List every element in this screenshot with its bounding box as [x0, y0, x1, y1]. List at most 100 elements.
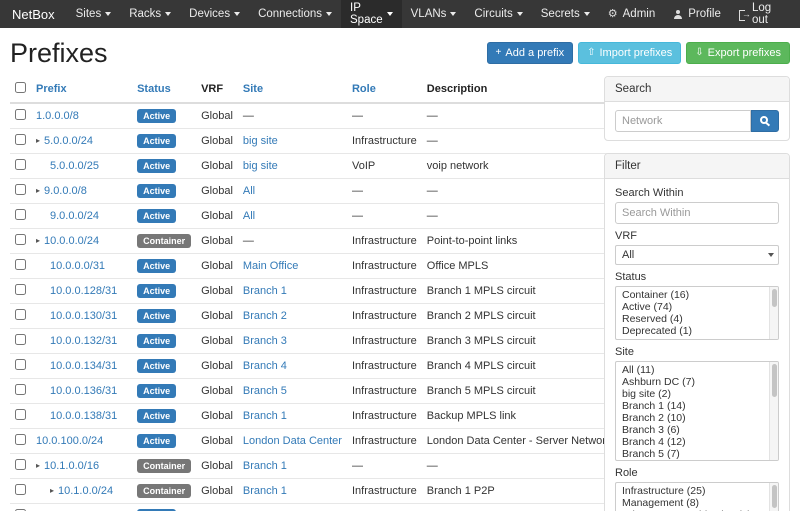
site-link[interactable]: London Data Center	[243, 435, 342, 447]
search-input[interactable]	[615, 110, 751, 132]
column-header-status[interactable]: Status	[132, 76, 196, 103]
prefix-link[interactable]: 10.0.0.136/31	[50, 385, 117, 397]
scrollbar-thumb[interactable]	[772, 485, 777, 508]
row-checkbox[interactable]	[15, 334, 26, 345]
nav-item-sites[interactable]: Sites	[67, 0, 121, 28]
column-header-prefix[interactable]: Prefix	[31, 76, 132, 103]
expand-arrow-icon[interactable]: ▸	[36, 186, 40, 195]
nav-item-vlans[interactable]: VLANs	[402, 0, 466, 28]
filter-option[interactable]: COLO 1 (4)	[616, 460, 778, 461]
nav-item-ip-space[interactable]: IP Space	[341, 0, 402, 28]
filter-option[interactable]: Infrastructure (25)	[616, 485, 778, 497]
row-checkbox[interactable]	[15, 184, 26, 195]
expand-arrow-icon[interactable]: ▸	[36, 236, 40, 245]
site-link[interactable]: Branch 1	[243, 485, 287, 497]
prefix-link[interactable]: 10.0.0.128/31	[50, 285, 117, 297]
row-checkbox[interactable]	[15, 159, 26, 170]
prefix-link[interactable]: 5.0.0.0/25	[50, 160, 99, 172]
add-a-prefix-button[interactable]: +Add a prefix	[487, 42, 574, 64]
search-within-input[interactable]	[615, 202, 779, 224]
nav-item-circuits[interactable]: Circuits	[465, 0, 531, 28]
nav-item-racks[interactable]: Racks	[120, 0, 180, 28]
column-header-role[interactable]: Role	[347, 76, 422, 103]
nav-item-admin[interactable]: ⚙Admin	[599, 0, 664, 28]
expand-arrow-icon[interactable]: ▸	[36, 461, 40, 470]
prefix-link[interactable]: 10.0.0.138/31	[50, 410, 117, 422]
site-link[interactable]: Branch 4	[243, 360, 287, 372]
filter-option[interactable]: Deprecated (1)	[616, 325, 778, 337]
prefix-link[interactable]: 10.0.0.0/31	[50, 260, 105, 272]
import-prefixes-button[interactable]: ⇧Import prefixes	[578, 42, 681, 64]
filter-option[interactable]: Management (8)	[616, 497, 778, 509]
row-checkbox[interactable]	[15, 459, 26, 470]
scrollbar[interactable]	[769, 483, 778, 511]
site-link[interactable]: All	[243, 185, 255, 197]
nav-item-profile[interactable]: Profile	[664, 0, 730, 28]
row-checkbox[interactable]	[15, 384, 26, 395]
nav-item-log-out[interactable]: Log out	[730, 0, 792, 28]
select-all-checkbox[interactable]	[15, 82, 26, 93]
prefix-link[interactable]: 10.0.0.132/31	[50, 335, 117, 347]
nav-item-secrets[interactable]: Secrets	[532, 0, 599, 28]
row-checkbox[interactable]	[15, 309, 26, 320]
scrollbar[interactable]	[769, 287, 778, 339]
row-checkbox[interactable]	[15, 259, 26, 270]
prefix-link[interactable]: 10.0.0.134/31	[50, 360, 117, 372]
filter-option[interactable]: Branch 2 (10)	[616, 412, 778, 424]
expand-arrow-icon[interactable]: ▸	[36, 136, 40, 145]
row-checkbox[interactable]	[15, 109, 26, 120]
site-link[interactable]: Main Office	[243, 260, 298, 272]
navbar-brand[interactable]: NetBox	[8, 0, 67, 28]
search-button[interactable]	[751, 110, 779, 132]
site-link[interactable]: Branch 1	[243, 285, 287, 297]
filter-option[interactable]: Reserved (4)	[616, 313, 778, 325]
prefix-link[interactable]: 10.0.100.0/24	[36, 435, 103, 447]
filter-option[interactable]: Active (74)	[616, 301, 778, 313]
site-link[interactable]: Branch 1	[243, 410, 287, 422]
row-checkbox[interactable]	[15, 409, 26, 420]
expand-arrow-icon[interactable]: ▸	[50, 486, 54, 495]
filter-option[interactable]: Branch 4 (12)	[616, 436, 778, 448]
row-checkbox[interactable]	[15, 209, 26, 220]
site-link[interactable]: Branch 5	[243, 385, 287, 397]
prefix-link[interactable]: 5.0.0.0/24	[44, 135, 93, 147]
scrollbar[interactable]	[769, 362, 778, 460]
site-link[interactable]: big site	[243, 160, 278, 172]
prefix-link[interactable]: 1.0.0.0/8	[36, 110, 79, 122]
filter-option[interactable]: Branch 1 (14)	[616, 400, 778, 412]
filter-option[interactable]: Ashburn DC (7)	[616, 376, 778, 388]
site-link[interactable]: Branch 1	[243, 460, 287, 472]
filter-option[interactable]: Container (16)	[616, 289, 778, 301]
prefix-link[interactable]: 9.0.0.0/8	[44, 185, 87, 197]
filter-option[interactable]: big site (2)	[616, 388, 778, 400]
prefix-link[interactable]: 9.0.0.0/24	[50, 210, 99, 222]
nav-item-devices[interactable]: Devices	[180, 0, 249, 28]
site-link[interactable]: Branch 3	[243, 335, 287, 347]
filter-option[interactable]: Branch 5 (7)	[616, 448, 778, 460]
filter-option[interactable]: All (11)	[616, 364, 778, 376]
row-checkbox[interactable]	[15, 434, 26, 445]
prefix-link[interactable]: 10.1.0.0/24	[58, 485, 113, 497]
prefix-link[interactable]: 10.0.0.130/31	[50, 310, 117, 322]
scrollbar-thumb[interactable]	[772, 364, 777, 397]
vrf-select[interactable]: All	[615, 245, 779, 265]
export-prefixes-button[interactable]: ⇩Export prefixes	[686, 42, 790, 64]
description-cell: Backup MPLS link	[422, 404, 617, 429]
site-link[interactable]: All	[243, 210, 255, 222]
row-checkbox[interactable]	[15, 359, 26, 370]
scrollbar-thumb[interactable]	[772, 289, 777, 307]
row-checkbox[interactable]	[15, 284, 26, 295]
role-filter-listbox[interactable]: Infrastructure (25)Management (8)Private…	[615, 482, 779, 511]
column-header-site[interactable]: Site	[238, 76, 347, 103]
site-filter-listbox[interactable]: All (11)Ashburn DC (7)big site (2)Branch…	[615, 361, 779, 461]
prefix-link[interactable]: 10.0.0.0/24	[44, 235, 99, 247]
row-checkbox[interactable]	[15, 484, 26, 495]
site-link[interactable]: big site	[243, 135, 278, 147]
status-filter-listbox[interactable]: Container (16)Active (74)Reserved (4)Dep…	[615, 286, 779, 340]
row-checkbox[interactable]	[15, 134, 26, 145]
filter-option[interactable]: Branch 3 (6)	[616, 424, 778, 436]
nav-item-connections[interactable]: Connections	[249, 0, 341, 28]
site-link[interactable]: Branch 2	[243, 310, 287, 322]
row-checkbox[interactable]	[15, 234, 26, 245]
prefix-link[interactable]: 10.1.0.0/16	[44, 460, 99, 472]
